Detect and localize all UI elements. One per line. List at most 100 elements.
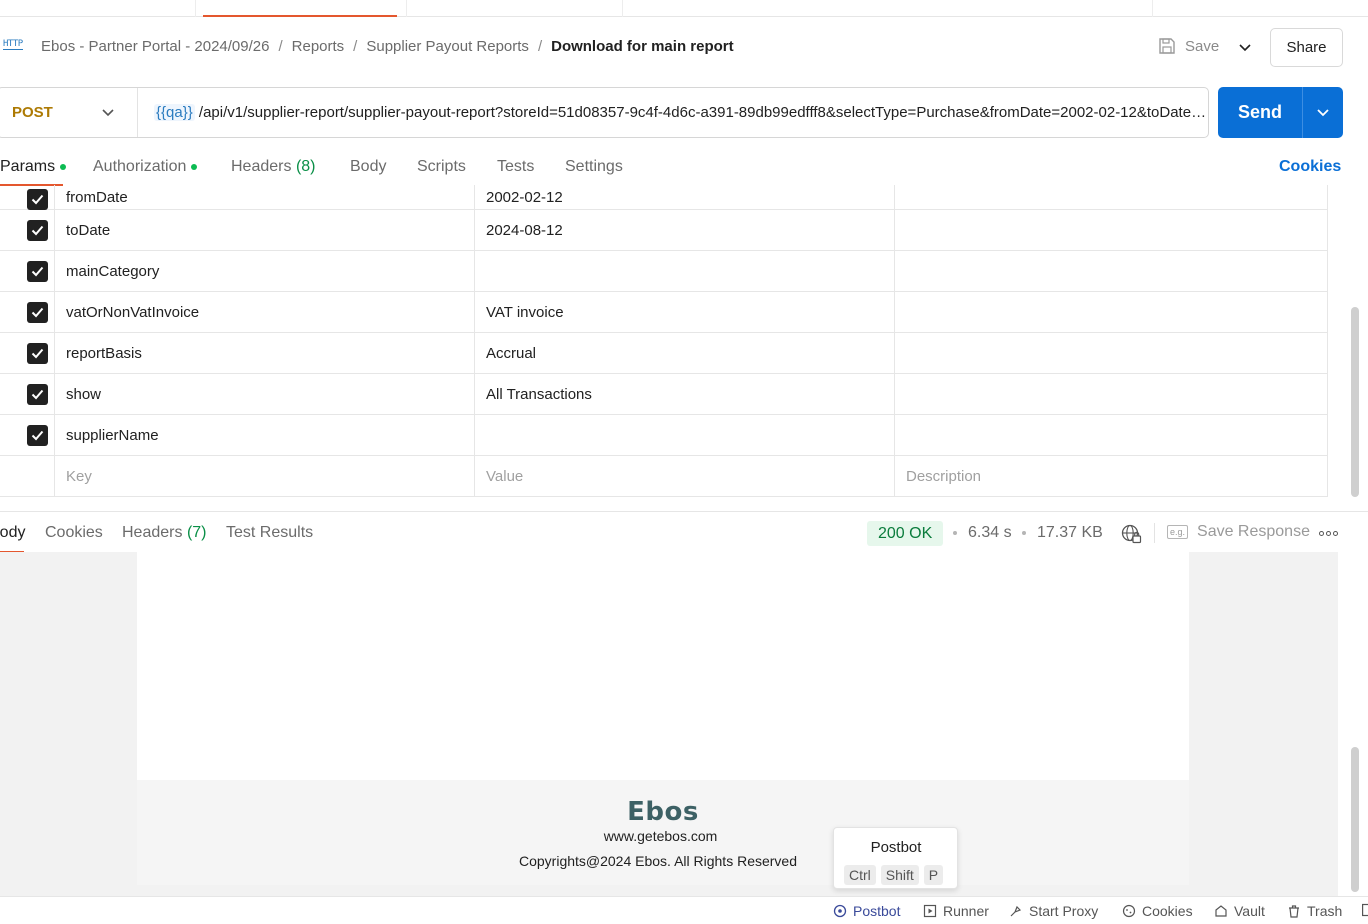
param-value[interactable]: Accrual (475, 333, 895, 373)
tab-settings[interactable]: Settings (565, 158, 623, 176)
response-scrollbar[interactable] (1351, 747, 1359, 892)
param-checkbox[interactable] (27, 261, 48, 282)
runner-button[interactable]: Runner (923, 903, 989, 919)
separator-dot (1022, 531, 1026, 535)
vault-icon (1215, 905, 1227, 917)
copyright-text: Copyrights@2024 Ebos. All Rights Reserve… (518, 853, 798, 869)
response-tab-test-results[interactable]: Test Results (226, 524, 313, 542)
param-value[interactable]: VAT invoice (475, 292, 895, 332)
cookies-link[interactable]: Cookies (1279, 158, 1341, 176)
param-key[interactable]: reportBasis (55, 333, 475, 373)
cookies-button[interactable]: Cookies (1122, 903, 1193, 919)
param-key[interactable]: show (55, 374, 475, 414)
checkbox-cell (0, 185, 55, 210)
workspace-tab[interactable] (407, 0, 623, 17)
tab-scripts[interactable]: Scripts (417, 158, 466, 176)
postbot-button[interactable]: Postbot (833, 903, 900, 919)
response-preview: Ebos www.getebos.com Copyrights@2024 Ebo… (0, 552, 1338, 896)
postbot-label: Postbot (853, 903, 901, 919)
param-description[interactable] (895, 415, 1328, 455)
status-bar: Postbot Runner Start Proxy Cookies Vault… (0, 896, 1368, 924)
breadcrumb-separator: / (278, 38, 283, 55)
tab-tests[interactable]: Tests (497, 158, 534, 176)
table-row: mainCategory (0, 251, 1328, 292)
ebos-logo: Ebos (627, 797, 699, 827)
breadcrumb: Ebos - Partner Portal - 2024/09/26 / Rep… (41, 38, 734, 55)
param-value[interactable]: 2002-02-12 (475, 185, 895, 209)
param-checkbox[interactable] (27, 425, 48, 446)
param-value[interactable]: 2024-08-12 (475, 210, 895, 250)
new-param-value-input[interactable]: Value (475, 456, 895, 496)
param-description[interactable] (895, 333, 1328, 373)
chevron-down-icon (1239, 44, 1251, 52)
vault-button[interactable]: Vault (1214, 903, 1265, 919)
workspace-tab[interactable] (0, 0, 196, 17)
param-value[interactable] (475, 251, 895, 291)
new-param-key-input[interactable]: Key (55, 456, 475, 496)
param-checkbox[interactable] (27, 220, 48, 241)
postbot-icon (833, 904, 847, 918)
trash-button[interactable]: Trash (1287, 903, 1342, 919)
divider (1154, 523, 1155, 543)
param-description[interactable] (895, 210, 1328, 250)
request-tabs: Params Authorization Headers (8) Body Sc… (0, 155, 1368, 186)
environment-variable[interactable]: {{qa}} (154, 104, 195, 121)
checkbox-cell (0, 333, 55, 373)
url-input[interactable]: {{qa}} /api/v1/supplier-report/supplier-… (138, 104, 1208, 121)
breadcrumb-collection[interactable]: Ebos - Partner Portal - 2024/09/26 (41, 38, 269, 55)
tab-body[interactable]: Body (350, 158, 386, 176)
param-key[interactable]: supplierName (55, 415, 475, 455)
param-description[interactable] (895, 374, 1328, 414)
response-tab-headers[interactable]: Headers (7) (122, 524, 207, 542)
more-options-icon[interactable] (1319, 531, 1338, 536)
param-description[interactable] (895, 185, 1328, 209)
param-key[interactable]: toDate (55, 210, 475, 250)
breadcrumb-separator: / (353, 38, 358, 55)
tab-authorization[interactable]: Authorization (93, 158, 198, 176)
trash-icon (1289, 905, 1299, 918)
request-name[interactable]: Download for main report (551, 38, 734, 55)
checkbox-cell (0, 210, 55, 250)
param-value[interactable] (475, 415, 895, 455)
trash-label: Trash (1307, 903, 1343, 919)
save-options-button[interactable] (1236, 37, 1254, 57)
headers-count: (8) (295, 158, 316, 175)
params-scrollbar[interactable] (1351, 307, 1359, 497)
response-tab-cookies[interactable]: Cookies (45, 524, 103, 542)
tab-params[interactable]: Params (0, 158, 67, 176)
param-checkbox[interactable] (27, 343, 48, 364)
param-description[interactable] (895, 251, 1328, 291)
tab-headers[interactable]: Headers (8) (231, 158, 316, 176)
start-proxy-label: Start Proxy (1029, 903, 1099, 919)
new-param-description-input[interactable]: Description (895, 456, 1328, 496)
save-label: Save (1185, 37, 1220, 55)
param-checkbox[interactable] (27, 302, 48, 323)
share-button[interactable]: Share (1270, 28, 1343, 67)
breadcrumb-folder-supplier-payout[interactable]: Supplier Payout Reports (366, 38, 529, 55)
param-value[interactable]: All Transactions (475, 374, 895, 414)
start-proxy-button[interactable]: Start Proxy (1009, 903, 1098, 919)
method-select[interactable]: POST (0, 88, 138, 137)
param-key[interactable]: mainCategory (55, 251, 475, 291)
workspace-tab[interactable] (623, 0, 1153, 17)
save-response-button[interactable]: e.g. Save Response (1167, 523, 1310, 541)
network-globe-lock-icon[interactable] (1121, 524, 1142, 544)
save-button[interactable]: Save (1158, 37, 1219, 55)
send-button[interactable]: Send (1218, 87, 1303, 138)
param-key[interactable]: vatOrNonVatInvoice (55, 292, 475, 332)
layout-toggle[interactable] (1362, 903, 1368, 917)
table-row: reportBasis Accrual (0, 333, 1328, 374)
send-options-button[interactable] (1303, 87, 1343, 138)
response-tab-body[interactable]: Body (0, 524, 25, 542)
response-size[interactable]: 17.37 KB (1037, 524, 1103, 542)
param-description[interactable] (895, 292, 1328, 332)
status-badge[interactable]: 200 OK (867, 521, 944, 546)
save-response-label: Save Response (1197, 523, 1310, 540)
response-time[interactable]: 6.34 s (968, 524, 1012, 542)
tab-authorization-label: Authorization (93, 158, 187, 175)
breadcrumb-folder-reports[interactable]: Reports (292, 38, 345, 55)
param-checkbox[interactable] (27, 189, 48, 210)
param-key[interactable]: fromDate (55, 185, 475, 209)
document-page (137, 552, 1189, 780)
param-checkbox[interactable] (27, 384, 48, 405)
